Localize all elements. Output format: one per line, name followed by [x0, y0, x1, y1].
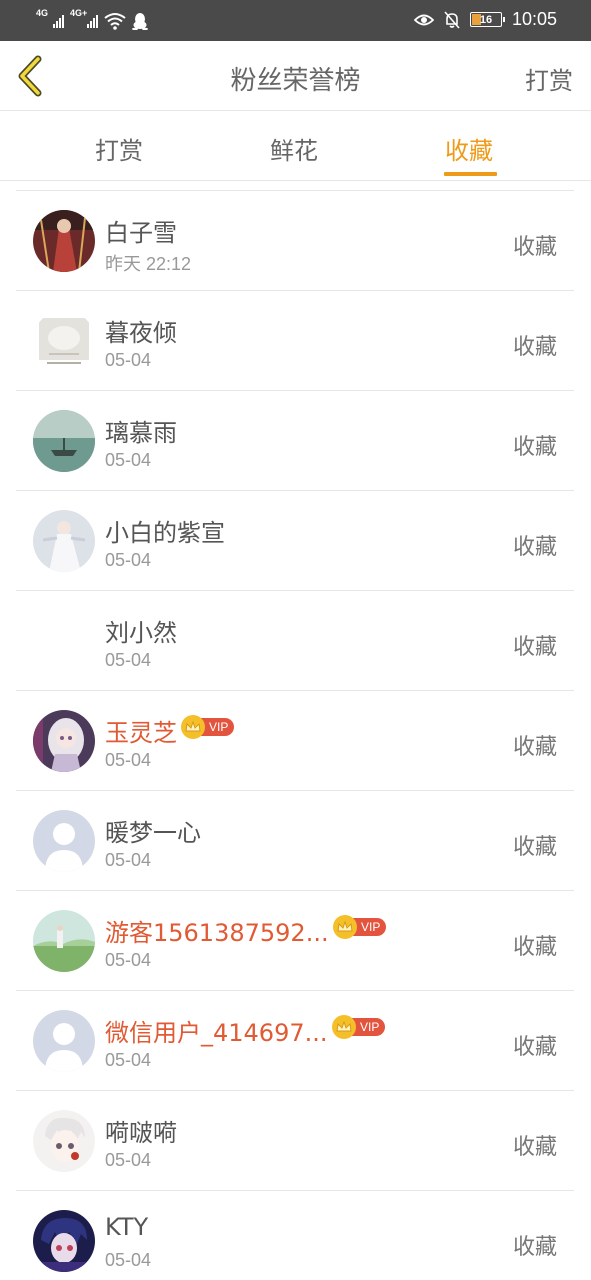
favorite-label: 收藏: [512, 735, 557, 760]
favorite-date: 05-04: [105, 450, 152, 470]
list-item[interactable]: 玉灵芝 05-04 VIP 收藏: [16, 691, 574, 791]
favorite-date: 05-04: [105, 650, 152, 670]
favorite-label: 收藏: [512, 835, 557, 860]
fan-list: 白子雪 昨天 22:12 收藏 暮夜倾 05-04 收藏 璃慕雨 05-04 收藏 小白的紫宣 05…: [16, 190, 574, 1280]
reward-button[interactable]: 打赏: [525, 61, 573, 96]
page-title: 粉丝荣誉榜: [230, 66, 361, 96]
status-bar: 4G 4G+ 16 10:05: [0, 0, 591, 41]
sim2-label: 4G+: [70, 8, 88, 18]
vip-badge: VIP: [333, 915, 387, 939]
user-name: 游客1561387592...: [105, 919, 329, 947]
avatar[interactable]: [33, 710, 95, 772]
list-item[interactable]: 嗬啵嗬 05-04 收藏: [16, 1091, 574, 1191]
favorite-label: 收藏: [512, 635, 557, 660]
user-name: 白子雪: [105, 219, 177, 247]
user-name: 微信用户_414697...: [105, 1019, 328, 1047]
list-item[interactable]: 暖梦一心 05-04 收藏: [16, 791, 574, 891]
user-name: 暮夜倾: [105, 319, 177, 347]
vip-badge: VIP: [332, 1015, 386, 1039]
vip-badge: VIP: [181, 715, 235, 739]
tab-favorites[interactable]: 收藏: [445, 131, 493, 166]
favorite-date: 05-04: [105, 750, 152, 770]
favorite-label: 收藏: [512, 1035, 557, 1060]
avatar[interactable]: [33, 810, 95, 872]
sim1-signal-icon: 4G: [36, 8, 64, 30]
favorite-date: 05-04: [105, 850, 152, 870]
qq-icon: [132, 13, 148, 30]
favorite-label: 收藏: [512, 935, 557, 960]
list-item[interactable]: 游客1561387592... 05-04 VIP 收藏: [16, 891, 574, 991]
avatar[interactable]: [33, 910, 95, 972]
user-name: 嗬啵嗬: [105, 1119, 177, 1147]
crown-icon: [333, 915, 357, 939]
favorite-label: 收藏: [512, 335, 557, 360]
user-name: 小白的紫宣: [105, 519, 225, 547]
tab-bar: 打赏 鲜花 收藏: [0, 111, 591, 181]
sim1-label: 4G: [36, 8, 49, 18]
favorite-label: 收藏: [512, 535, 557, 560]
header: 粉丝荣誉榜 打赏: [0, 41, 591, 111]
favorite-date: 05-04: [105, 1250, 152, 1270]
avatar[interactable]: [33, 210, 95, 272]
avatar[interactable]: [33, 410, 95, 472]
avatar[interactable]: [33, 510, 95, 572]
crown-icon: [332, 1015, 356, 1039]
list-item[interactable]: 暮夜倾 05-04 收藏: [16, 291, 574, 391]
list-item[interactable]: 小白的紫宣 05-04 收藏: [16, 491, 574, 591]
favorite-date: 05-04: [105, 1150, 152, 1170]
favorite-label: 收藏: [512, 435, 557, 460]
active-tab-indicator: [444, 172, 497, 176]
user-name: KTY: [105, 1213, 149, 1241]
battery-icon: 16: [469, 12, 505, 27]
favorite-date: 05-04: [105, 550, 152, 570]
status-left: 4G 4G+: [36, 8, 148, 30]
avatar[interactable]: [33, 1210, 95, 1272]
avatar[interactable]: [33, 310, 95, 372]
favorite-date: 05-04: [105, 950, 152, 970]
favorite-label: 收藏: [512, 1135, 557, 1160]
favorite-date: 昨天 22:12: [105, 254, 192, 274]
sim2-signal-icon: 4G+: [70, 8, 98, 30]
user-name: 玉灵芝: [105, 719, 177, 747]
status-right: 16 10:05: [413, 9, 557, 30]
user-name: 刘小然: [105, 619, 177, 647]
list-item[interactable]: 璃慕雨 05-04 收藏: [16, 391, 574, 491]
list-item[interactable]: 白子雪昨天 22:12 收藏: [16, 191, 574, 291]
wifi-icon: [104, 13, 126, 30]
favorite-label: 收藏: [512, 235, 557, 260]
list-item[interactable]: 刘小然 05-04 收藏: [16, 591, 574, 691]
tab-flowers[interactable]: 鲜花: [270, 131, 318, 166]
avatar[interactable]: [33, 1010, 95, 1072]
favorite-date: 05-04: [105, 350, 152, 370]
favorite-label: 收藏: [512, 1235, 557, 1260]
status-time: 10:05: [511, 9, 557, 29]
mute-bell-icon: [444, 10, 460, 29]
favorite-date: 05-04: [105, 1050, 152, 1070]
user-name: 璃慕雨: [105, 419, 177, 447]
battery-level: 16: [479, 13, 493, 26]
crown-icon: [181, 715, 205, 739]
user-name: 暖梦一心: [105, 819, 201, 847]
avatar[interactable]: [33, 1110, 95, 1172]
tab-reward[interactable]: 打赏: [95, 131, 143, 166]
list-item[interactable]: 微信用户_414697... 05-04 VIP 收藏: [16, 991, 574, 1091]
list-item[interactable]: KTY 05-04 收藏: [16, 1191, 574, 1280]
eye-comfort-icon: [413, 14, 434, 25]
